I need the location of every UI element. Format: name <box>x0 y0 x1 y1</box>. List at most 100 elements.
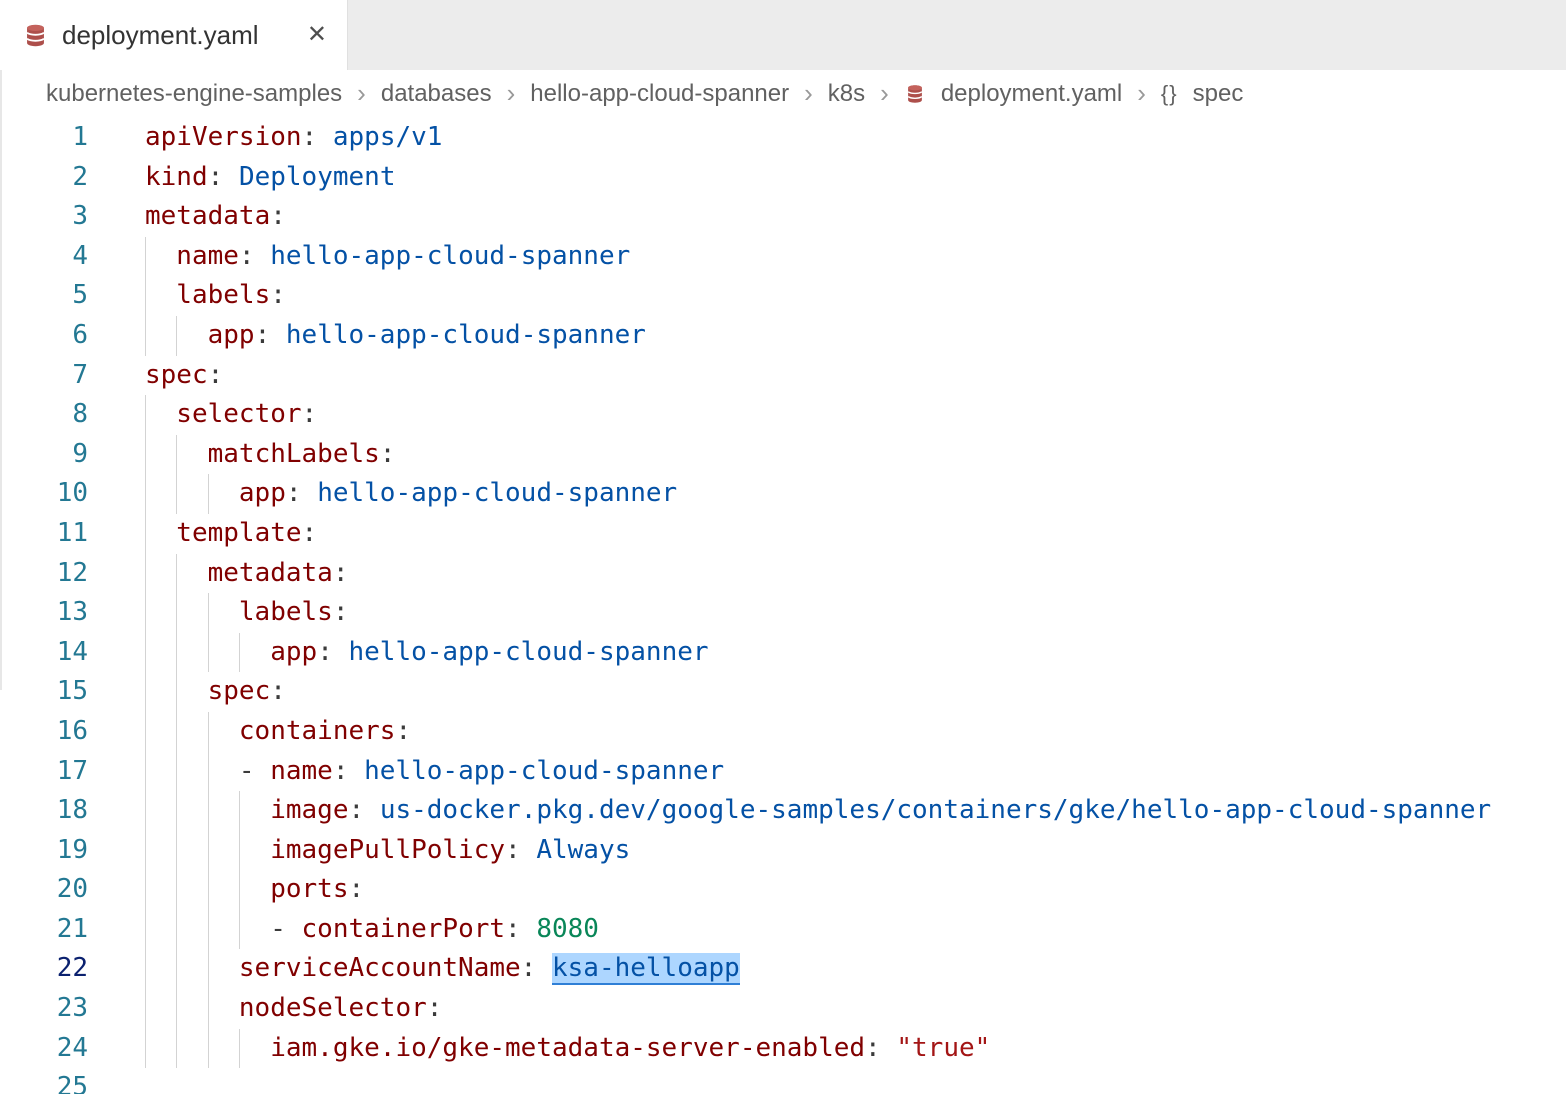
line-number[interactable]: 15 <box>0 672 88 712</box>
line-number[interactable]: 8 <box>0 395 88 435</box>
token-pun: : <box>208 162 239 192</box>
line-number[interactable]: 4 <box>0 237 88 277</box>
token-pun: : <box>349 874 365 904</box>
code-line[interactable]: 9matchLabels: <box>0 435 1566 475</box>
line-number[interactable]: 5 <box>0 276 88 316</box>
token-val: ksa-helloapp <box>552 953 740 985</box>
token-val: hello-app-cloud-spanner <box>270 241 630 271</box>
code-line[interactable]: 5labels: <box>0 276 1566 316</box>
line-number[interactable]: 7 <box>0 356 88 396</box>
code-text: metadata: <box>145 197 1566 237</box>
code-line[interactable]: 1apiVersion: apps/v1 <box>0 118 1566 158</box>
indent-guide <box>145 752 146 792</box>
token-val: hello-app-cloud-spanner <box>364 756 724 786</box>
indent-guide <box>176 831 177 871</box>
breadcrumb-item-k8s[interactable]: k8s <box>828 80 865 108</box>
code-line[interactable]: 20ports: <box>0 870 1566 910</box>
code-line[interactable]: 21- containerPort: 8080 <box>0 910 1566 950</box>
line-number[interactable]: 9 <box>0 435 88 475</box>
breadcrumb-item-file[interactable]: deployment.yaml <box>941 80 1122 108</box>
token-pun: : <box>302 399 318 429</box>
code-text <box>145 1068 1566 1094</box>
indent-guide <box>176 672 177 712</box>
token-pun: : <box>380 439 396 469</box>
chevron-right-icon: › <box>357 80 366 109</box>
token-val: Always <box>536 835 630 865</box>
line-number[interactable]: 14 <box>0 633 88 673</box>
breadcrumb-item-databases[interactable]: databases <box>381 80 492 108</box>
indent-guide <box>145 514 146 554</box>
token-key: labels <box>176 280 270 310</box>
indent-guide <box>145 316 146 356</box>
line-number[interactable]: 19 <box>0 831 88 871</box>
code-line[interactable]: 15spec: <box>0 672 1566 712</box>
code-line[interactable]: 14app: hello-app-cloud-spanner <box>0 633 1566 673</box>
indent-guide <box>176 633 177 673</box>
line-number[interactable]: 17 <box>0 752 88 792</box>
indent-guide <box>208 474 209 514</box>
line-number[interactable]: 21 <box>0 910 88 950</box>
line-number[interactable]: 10 <box>0 474 88 514</box>
code-line[interactable]: 19imagePullPolicy: Always <box>0 831 1566 871</box>
tab-close-icon[interactable]: ✕ <box>307 23 327 47</box>
breadcrumb-item-repo[interactable]: kubernetes-engine-samples <box>46 80 342 108</box>
indent-guide <box>176 989 177 1029</box>
token-pun: : <box>208 360 224 390</box>
code-line[interactable]: 25 <box>0 1068 1566 1094</box>
code-line[interactable]: 22serviceAccountName: ksa-helloapp <box>0 949 1566 989</box>
code-line[interactable]: 2kind: Deployment <box>0 158 1566 198</box>
indent-guide <box>239 870 240 910</box>
token-pun: : <box>270 201 286 231</box>
code-line[interactable]: 17- name: hello-app-cloud-spanner <box>0 752 1566 792</box>
database-file-icon <box>904 83 926 105</box>
token-key: nodeSelector <box>239 993 427 1023</box>
line-number[interactable]: 24 <box>0 1029 88 1069</box>
token-val: hello-app-cloud-spanner <box>286 320 646 350</box>
line-number[interactable]: 25 <box>0 1068 88 1094</box>
tab-bar: deployment.yaml ✕ <box>0 0 1566 70</box>
code-line[interactable]: 3 metadata: <box>0 197 1566 237</box>
line-number[interactable]: 16 <box>0 712 88 752</box>
indent-guide <box>176 1029 177 1069</box>
code-line[interactable]: 11template: <box>0 514 1566 554</box>
indent-guide <box>239 910 240 950</box>
indent-guide <box>145 633 146 673</box>
line-number[interactable]: 11 <box>0 514 88 554</box>
indent-guide <box>208 989 209 1029</box>
indent-guide <box>239 633 240 673</box>
token-val: hello-app-cloud-spanner <box>349 637 709 667</box>
breadcrumb-item-symbol-spec[interactable]: spec <box>1193 80 1244 108</box>
editor[interactable]: 1apiVersion: apps/v12kind: Deployment3 me… <box>0 118 1566 1094</box>
indent-guide <box>176 949 177 989</box>
line-number[interactable]: 12 <box>0 554 88 594</box>
code-line[interactable]: 10 app: hello-app-cloud-spanner <box>0 474 1566 514</box>
line-number[interactable]: 1 <box>0 118 88 158</box>
line-number[interactable]: 18 <box>0 791 88 831</box>
code-line[interactable]: 24iam.gke.io/gke-metadata-server-enabled… <box>0 1029 1566 1069</box>
line-number[interactable]: 22 <box>0 949 88 989</box>
token-key: name <box>270 756 333 786</box>
breadcrumb-item-hello-app[interactable]: hello-app-cloud-spanner <box>530 80 789 108</box>
line-number[interactable]: 3 <box>0 197 88 237</box>
token-pun: : <box>302 122 333 152</box>
code-line[interactable]: 13labels: <box>0 593 1566 633</box>
code-line[interactable]: 18image: us-docker.pkg.dev/google-sample… <box>0 791 1566 831</box>
token-pun: : <box>317 637 348 667</box>
code-line[interactable]: 23nodeSelector: <box>0 989 1566 1029</box>
line-number[interactable]: 13 <box>0 593 88 633</box>
code-line[interactable]: 4name: hello-app-cloud-spanner <box>0 237 1566 277</box>
token-pun: : <box>239 241 270 271</box>
code-line[interactable]: 16containers: <box>0 712 1566 752</box>
panel-left-border <box>0 70 2 690</box>
line-number[interactable]: 23 <box>0 989 88 1029</box>
token-key: spec <box>145 360 208 390</box>
code-text: app: hello-app-cloud-spanner <box>145 474 1566 514</box>
line-number[interactable]: 20 <box>0 870 88 910</box>
code-line[interactable]: 6app: hello-app-cloud-spanner <box>0 316 1566 356</box>
line-number[interactable]: 2 <box>0 158 88 198</box>
code-line[interactable]: 8selector: <box>0 395 1566 435</box>
code-line[interactable]: 7 spec: <box>0 356 1566 396</box>
tab-deployment-yaml[interactable]: deployment.yaml ✕ <box>0 0 348 70</box>
code-line[interactable]: 12metadata: <box>0 554 1566 594</box>
line-number[interactable]: 6 <box>0 316 88 356</box>
